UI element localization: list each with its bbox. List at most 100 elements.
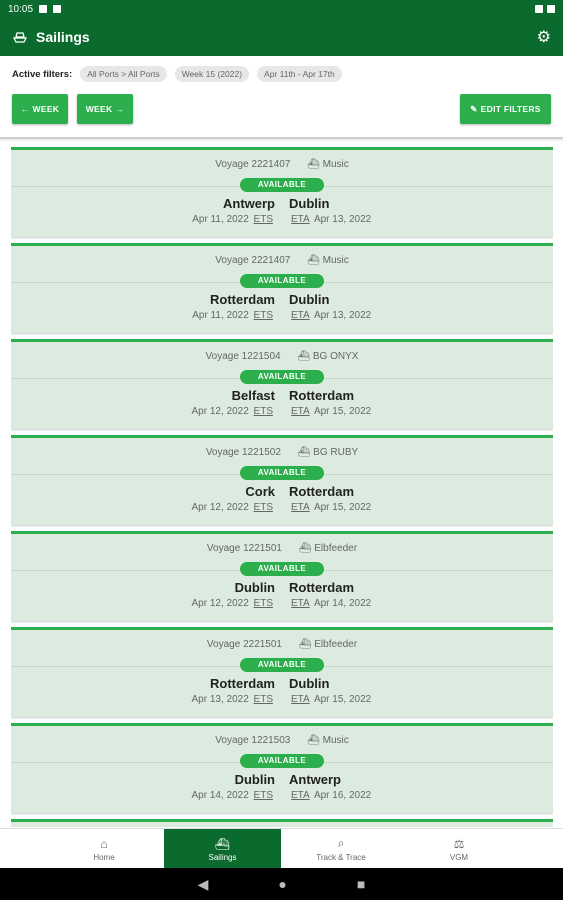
voyage-row: Voyage 2221407 ⛴ Music	[11, 159, 553, 170]
sailing-card[interactable]: Voyage 2221501 ⛴ Elbfeeder AVAILABLE Rot…	[11, 627, 553, 717]
departure-date: Apr 11, 2022	[192, 310, 249, 321]
origin-port: Antwerp	[223, 196, 275, 211]
sailing-card-partial[interactable]	[11, 819, 553, 827]
edit-filters-button[interactable]: ✎ EDIT FILTERS	[460, 94, 551, 124]
sailing-list[interactable]: Voyage 2221407 ⛴ Music AVAILABLE Antwerp…	[11, 147, 553, 827]
arrow-right-icon: →	[115, 104, 125, 114]
notification-icon	[39, 5, 48, 13]
status-bar: 10:05	[0, 0, 563, 18]
origin-port: Cork	[245, 484, 275, 499]
voyage-row: Voyage 1221502 ⛴ BG RUBY	[11, 447, 553, 458]
arrival-date: Apr 13, 2022	[313, 214, 372, 225]
voyage-number: Voyage 1221504	[205, 351, 281, 362]
departure-date: Apr 12, 2022	[191, 598, 249, 609]
recents-icon[interactable]: ■	[357, 876, 365, 892]
origin-port: Rotterdam	[209, 292, 275, 307]
nav-label: VGM	[449, 852, 469, 862]
departure-date: Apr 12, 2022	[191, 502, 249, 513]
nav-item-home[interactable]: ⌂ Home	[40, 829, 168, 869]
eta-label: ETA	[291, 406, 310, 417]
status-badge: AVAILABLE	[240, 274, 324, 288]
voyage-row: Voyage 1221503 ⛴ Music	[11, 735, 553, 746]
voyage-row: Voyage 1221501 ⛴ Elbfeeder	[11, 543, 553, 554]
back-icon[interactable]: ◀	[198, 876, 209, 893]
sailing-card[interactable]: Voyage 1221502 ⛴ BG RUBY AVAILABLE Cork …	[11, 435, 553, 525]
ets-label: ETS	[253, 214, 273, 225]
arrival-date: Apr 16, 2022	[313, 790, 372, 801]
prev-week-button[interactable]: ← WEEK	[12, 94, 68, 124]
system-navigation-bar: ◀ ● ■	[0, 868, 563, 900]
status-time: 10:05	[8, 3, 34, 15]
edit-filters-label: EDIT FILTERS	[480, 104, 541, 114]
nav-item-vgm[interactable]: ⚖ VGM	[400, 829, 518, 869]
eta-label: ETA	[291, 790, 310, 801]
ets-label: ETS	[253, 598, 273, 609]
departure-date: Apr 11, 2022	[192, 214, 249, 225]
arrival-date: Apr 15, 2022	[313, 502, 372, 513]
battery-icon	[547, 5, 555, 13]
destination-port: Rotterdam	[289, 484, 355, 499]
destination-port: Rotterdam	[289, 388, 355, 403]
ship-icon	[12, 32, 28, 43]
origin-port: Rotterdam	[209, 676, 275, 691]
settings-icon[interactable]: ⚙	[537, 27, 551, 47]
nav-label: Track & Trace	[316, 853, 366, 862]
nav-label: Sailings	[208, 852, 237, 862]
ship-icon: ⛴	[307, 735, 320, 746]
bottom-navigation: ⌂ Home ⛴ Sailings ⌕ Track & Trace ⚖ VGM	[0, 828, 563, 869]
ship-icon: ⛴	[307, 159, 320, 170]
sailing-card[interactable]: Voyage 1221501 ⛴ Elbfeeder AVAILABLE Dub…	[11, 531, 553, 621]
voyage-number: Voyage 2221501	[206, 639, 282, 650]
ets-label: ETS	[253, 694, 273, 705]
home-circle-icon[interactable]: ●	[278, 876, 286, 892]
nav-item-sailings[interactable]: ⛴ Sailings	[164, 829, 281, 869]
arrival-date: Apr 14, 2022	[313, 598, 372, 609]
next-week-button[interactable]: WEEK →	[77, 94, 133, 124]
ets-label: ETS	[253, 406, 273, 417]
ship-name: Music	[322, 735, 349, 746]
status-badge: AVAILABLE	[240, 466, 324, 480]
eta-label: ETA	[291, 694, 310, 705]
arrival-date: Apr 13, 2022	[313, 310, 372, 321]
destination-port: Antwerp	[289, 772, 341, 787]
ship-name: Music	[322, 159, 349, 170]
vgm-icon: ⚖	[453, 836, 465, 851]
nav-label: Home	[93, 852, 115, 862]
status-badge: AVAILABLE	[240, 754, 324, 768]
filters-label: Active filters:	[12, 68, 73, 80]
origin-port: Belfast	[231, 388, 275, 403]
voyage-row: Voyage 1221504 ⛴ BG ONYX	[11, 351, 553, 362]
status-badge: AVAILABLE	[240, 178, 324, 192]
sailing-card[interactable]: Voyage 1221503 ⛴ Music AVAILABLE Dublin …	[11, 723, 553, 813]
voyage-row: Voyage 2221407 ⛴ Music	[11, 255, 553, 266]
sailing-card[interactable]: Voyage 2221407 ⛴ Music AVAILABLE Rotterd…	[11, 243, 553, 333]
ship-icon: ⛴	[307, 255, 320, 266]
ship-name: Elbfeeder	[314, 543, 358, 554]
prev-week-label: WEEK	[32, 104, 60, 114]
eta-label: ETA	[291, 310, 310, 321]
voyage-number: Voyage 1221502	[205, 447, 281, 458]
departure-date: Apr 13, 2022	[191, 694, 249, 705]
voyage-number: Voyage 2221407	[215, 255, 291, 266]
filter-chip-ports: All Ports > All Ports	[80, 66, 167, 82]
ship-icon: ⛴	[297, 351, 311, 362]
voyage-number: Voyage 2221407	[215, 159, 291, 170]
ship-icon: ⛴	[298, 543, 312, 554]
eta-label: ETA	[291, 598, 310, 609]
voyage-row: Voyage 2221501 ⛴ Elbfeeder	[11, 639, 553, 650]
arrow-left-icon: ←	[20, 104, 30, 114]
origin-port: Dublin	[234, 580, 275, 595]
track-icon: ⌕	[337, 836, 345, 850]
destination-port: Rotterdam	[289, 580, 355, 595]
next-week-label: WEEK	[85, 104, 113, 114]
origin-port: Dublin	[234, 772, 275, 787]
eta-label: ETA	[291, 502, 310, 513]
sailing-card[interactable]: Voyage 1221504 ⛴ BG ONYX AVAILABLE Belfa…	[11, 339, 553, 429]
ship-icon: ⛴	[297, 447, 311, 458]
wifi-icon	[535, 5, 543, 13]
nav-item-track-trace[interactable]: ⌕ Track & Trace	[282, 829, 400, 869]
edit-icon: ✎	[470, 103, 478, 114]
notification-icon	[53, 5, 62, 13]
header-divider	[0, 137, 563, 139]
sailing-card[interactable]: Voyage 2221407 ⛴ Music AVAILABLE Antwerp…	[11, 147, 553, 237]
